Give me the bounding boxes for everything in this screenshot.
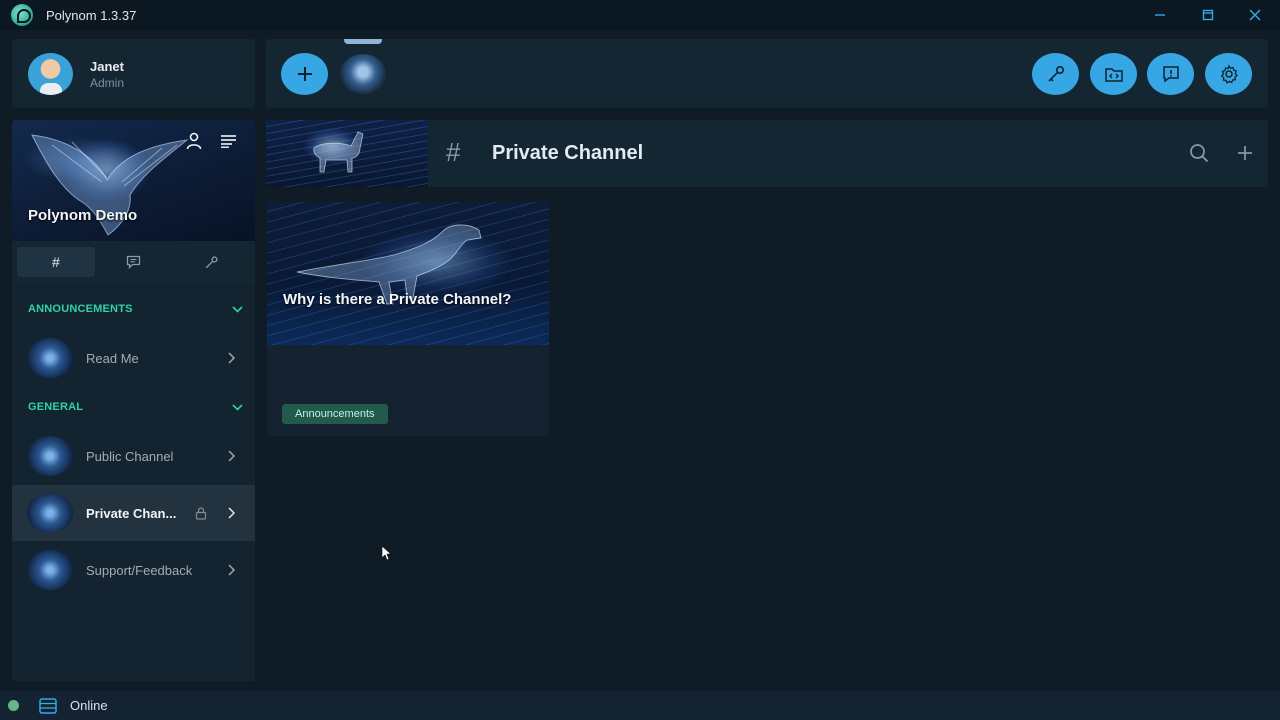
tab-keys[interactable] — [172, 247, 250, 277]
plus-icon — [297, 67, 312, 81]
server-name: Polynom Demo — [28, 207, 138, 224]
channel-thumbnail — [27, 493, 73, 533]
search-icon — [1190, 144, 1209, 163]
close-button[interactable] — [1232, 0, 1278, 30]
plugins-button[interactable] — [1090, 53, 1137, 95]
tab-chats[interactable] — [95, 247, 173, 277]
chevron-right-icon — [228, 450, 236, 462]
channel-header: # Private Channel — [266, 120, 1268, 187]
channel-label: Public Channel — [86, 448, 174, 464]
chevron-down-icon — [232, 403, 243, 411]
server-menu-button[interactable] — [217, 130, 239, 152]
user-icon — [186, 132, 202, 150]
server-tabs: # — [12, 241, 255, 283]
server-selected-indicator — [344, 39, 382, 44]
raptor-artwork — [296, 224, 482, 305]
channel-title: Private Channel — [492, 142, 644, 164]
channel-item-support-feedback[interactable]: Support/Feedback — [12, 542, 255, 598]
maximize-button[interactable] — [1185, 0, 1231, 30]
title-bar: Polynom 1.3.37 — [0, 0, 1280, 30]
profile-name: Janet — [90, 59, 124, 74]
channel-label: Read Me — [86, 350, 139, 366]
maximize-icon — [1202, 9, 1214, 21]
category-announcements[interactable]: ANNOUNCEMENTS — [28, 303, 243, 315]
channel-search-button[interactable] — [1186, 140, 1212, 166]
post-title: Why is there a Private Channel? — [283, 291, 512, 308]
close-icon — [1249, 9, 1261, 21]
channel-thumbnail — [27, 436, 73, 476]
channel-banner — [266, 120, 428, 187]
zebra-artwork — [313, 131, 364, 173]
channel-thumbnail — [27, 550, 73, 590]
channel-thumbnail — [27, 338, 73, 378]
category-label: ANNOUNCEMENTS — [28, 303, 133, 315]
status-text: Online — [70, 698, 108, 713]
chevron-right-icon — [228, 352, 236, 364]
category-general[interactable]: GENERAL — [28, 401, 243, 413]
channel-label: Private Chan... — [86, 505, 177, 521]
folder-code-icon — [1104, 68, 1123, 82]
avatar[interactable] — [28, 53, 73, 95]
server-icon-polynom-demo[interactable] — [340, 54, 386, 94]
minimize-icon — [1155, 14, 1165, 16]
channel-sidebar: ANNOUNCEMENTS Read Me GENERAL Public Cha… — [12, 283, 255, 681]
chevron-right-icon — [228, 564, 236, 576]
server-banner: Polynom Demo — [12, 120, 255, 241]
plus-icon — [1238, 146, 1252, 160]
menu-icon — [220, 135, 236, 148]
category-label: GENERAL — [28, 401, 84, 413]
hash-icon: # — [51, 254, 60, 270]
top-bar — [266, 39, 1268, 108]
channel-label: Support/Feedback — [86, 562, 193, 578]
new-post-button[interactable] — [1232, 140, 1258, 166]
tab-channels[interactable]: # — [17, 247, 95, 277]
profile-role: Admin — [90, 76, 125, 90]
post-tag-badge[interactable]: Announcements — [282, 404, 388, 424]
add-server-button[interactable] — [281, 53, 328, 95]
channel-item-private-channel[interactable]: Private Chan... — [12, 485, 255, 541]
feedback-icon — [1162, 66, 1179, 83]
gear-icon — [1220, 64, 1238, 84]
feedback-button[interactable] — [1147, 53, 1194, 95]
status-indicator — [8, 700, 19, 711]
mouse-cursor — [382, 546, 392, 560]
channel-item-read-me[interactable]: Read Me — [12, 330, 255, 386]
members-button[interactable] — [183, 130, 205, 152]
lock-icon — [195, 506, 207, 520]
chat-icon — [126, 255, 141, 269]
server-status-icon[interactable] — [39, 697, 57, 714]
key-icon — [205, 255, 218, 268]
channel-hash-icon: # — [446, 137, 461, 167]
post-card[interactable]: Why is there a Private Channel? Announce… — [267, 202, 549, 436]
settings-button[interactable] — [1205, 53, 1252, 95]
app-logo — [11, 4, 33, 26]
chevron-right-icon — [228, 507, 236, 519]
chevron-down-icon — [232, 305, 243, 313]
keys-button[interactable] — [1032, 53, 1079, 95]
key-icon — [1047, 65, 1064, 82]
minimize-button[interactable] — [1137, 0, 1183, 30]
user-profile-panel[interactable]: Janet Admin — [12, 39, 255, 108]
status-bar: Online — [0, 691, 1280, 720]
post-image: Why is there a Private Channel? — [267, 202, 549, 345]
channel-item-public-channel[interactable]: Public Channel — [12, 428, 255, 484]
app-title: Polynom 1.3.37 — [46, 7, 137, 23]
